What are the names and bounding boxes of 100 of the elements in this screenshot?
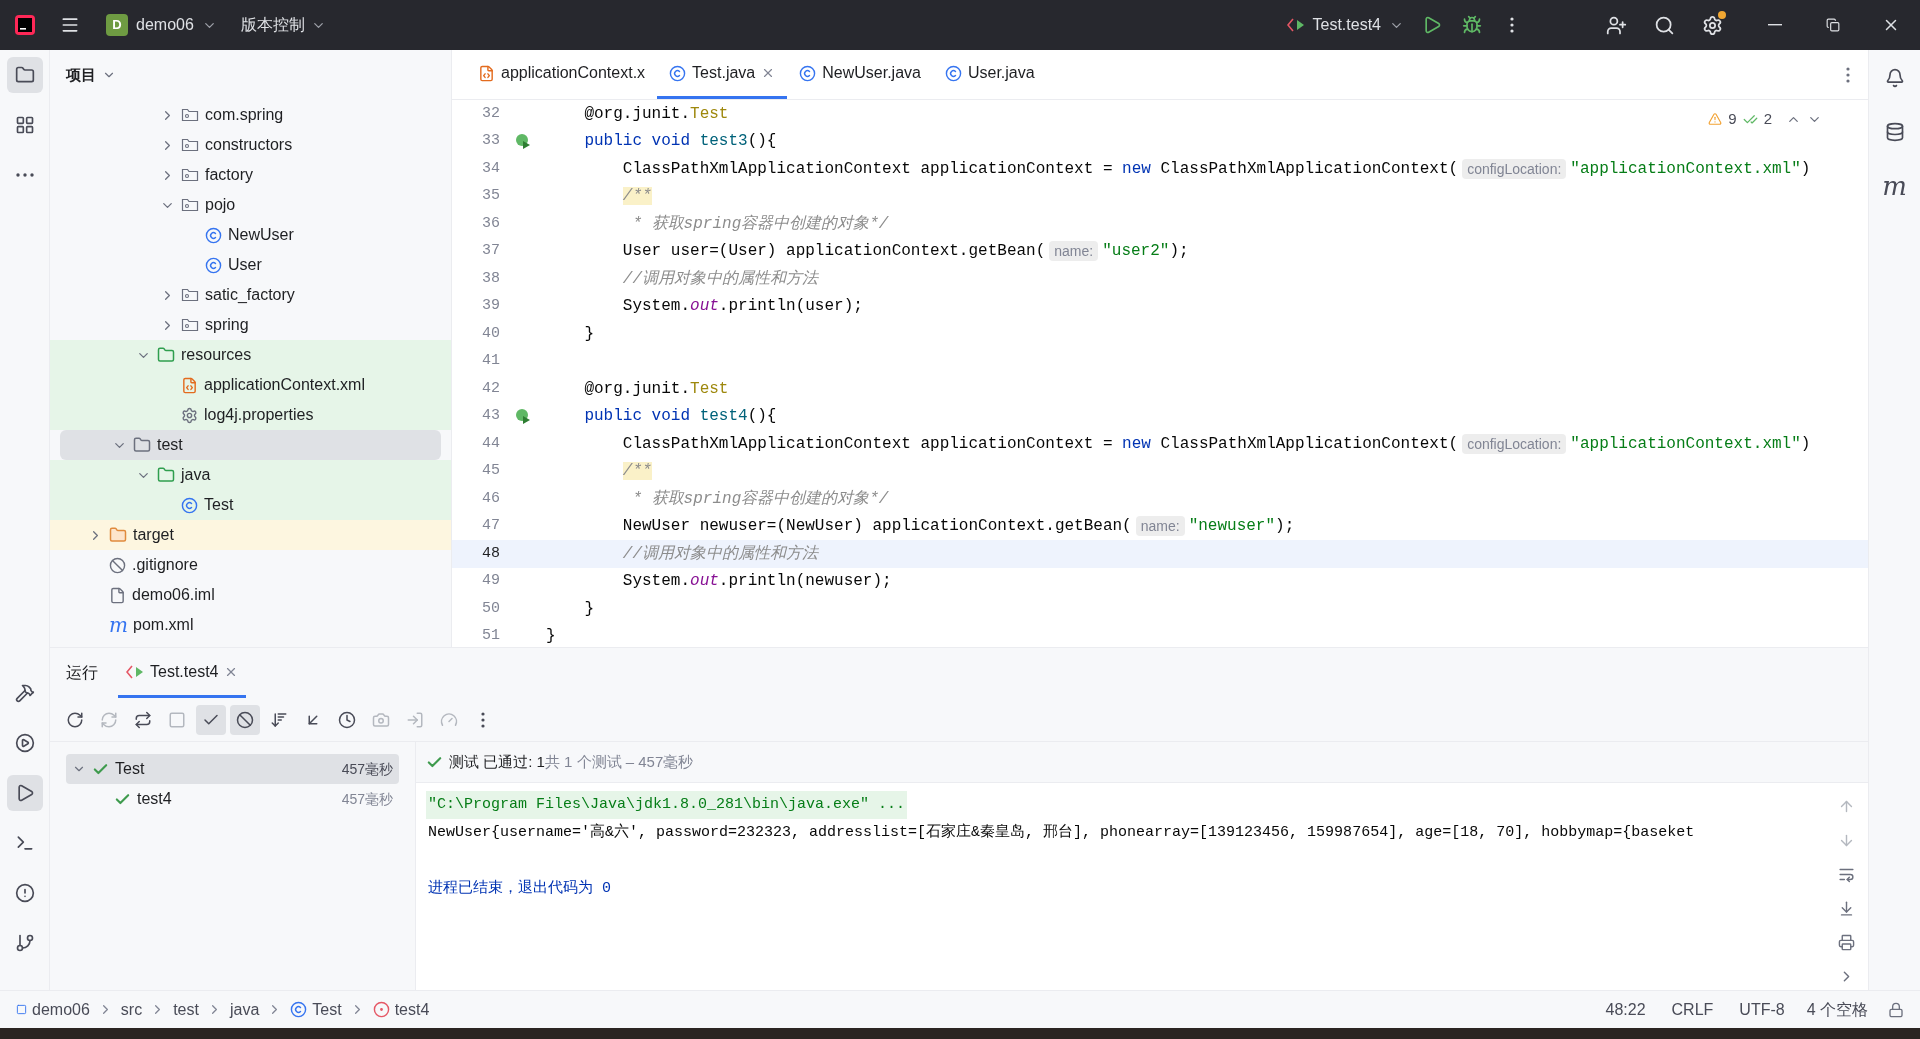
print-icon [1837, 933, 1855, 951]
bell-icon [1884, 68, 1905, 88]
test-tree-item[interactable]: Test 457毫秒 [66, 754, 399, 784]
test-duration: 457毫秒 [341, 789, 393, 809]
editor-tab[interactable]: applicationContext.x [466, 50, 658, 99]
doc-comment: /** [621, 461, 652, 483]
code-token: NewUser newuser=(NewUser) applicationContext.getBean( [621, 516, 1132, 538]
code-token: * 获取spring容器中创建的对象*/ [631, 213, 889, 235]
line-number: 47 [481, 516, 500, 536]
console-line: 进程已结束，退出代码为 0 [427, 878, 612, 899]
ignore-file-icon [109, 556, 126, 574]
code-token: } [583, 598, 594, 620]
tree-item[interactable]: Test [60, 490, 441, 520]
tree-item[interactable]: applicationContext.xml [60, 370, 441, 400]
tree-item[interactable]: satic_factory [60, 280, 441, 310]
tree-item[interactable]: test [60, 430, 441, 460]
code-token: ); [1275, 516, 1295, 538]
project-name: demo06 [136, 15, 194, 35]
tree-item[interactable]: java [60, 460, 441, 490]
console-line: NewUser{username='高&六', password=232323, addresslist=[石家庄&秦皇岛, 邢台], phonearray=[139123456, 159987654], age=[18, 70], hobbymap={baseket [427, 822, 1696, 843]
line-number: 49 [481, 571, 500, 591]
tree-item[interactable]: NewUser [60, 220, 441, 250]
editor-tab[interactable]: User.java [932, 50, 1047, 99]
tree-item[interactable]: .gitignore [60, 550, 441, 580]
tree-item-label: log4j.properties [204, 405, 314, 425]
search-icon [1653, 14, 1675, 36]
line-number: 37 [481, 241, 500, 261]
code-token: //调用对象中的属性和方法 [621, 268, 818, 290]
tool-window-button[interactable] [6, 57, 43, 93]
parameter-hint: configLocation: [1462, 433, 1567, 454]
tree-item[interactable]: target [60, 520, 441, 550]
class-icon [205, 226, 222, 244]
toolbar-button[interactable] [230, 704, 260, 735]
tree-item[interactable]: resources [60, 340, 441, 370]
tree-item[interactable]: constructors [60, 130, 441, 160]
breadcrumb[interactable]: test [173, 997, 199, 1022]
lock-icon[interactable] [1888, 1001, 1904, 1018]
method-icon [372, 1001, 390, 1018]
run-test-icon[interactable] [515, 408, 531, 425]
code-token: "newuser" [1188, 516, 1276, 538]
editor-tab[interactable]: Test.java [657, 50, 788, 99]
bug-icon [1462, 15, 1482, 35]
indent-setting[interactable]: 4 个空格 [1806, 997, 1868, 1022]
breadcrumb[interactable]: demo06 [16, 997, 90, 1022]
project-badge: D [106, 14, 128, 36]
project-view-selector[interactable]: 项目 [66, 63, 116, 87]
breadcrumb[interactable]: Test [290, 997, 342, 1022]
run-config-selector[interactable]: Test.test4 [1278, 8, 1412, 42]
vcs-menu[interactable]: 版本控制 [232, 8, 334, 42]
code-token: ) [1800, 433, 1811, 455]
file-encoding[interactable]: UTF-8 [1739, 997, 1785, 1022]
breadcrumb[interactable]: test4 [372, 997, 430, 1022]
tree-item[interactable]: User [60, 250, 441, 280]
tree-item[interactable]: spring [60, 310, 441, 340]
tree-item[interactable]: log4j.properties [60, 400, 441, 430]
caret-position[interactable]: 48:22 [1605, 997, 1646, 1022]
toolbar-button[interactable] [196, 704, 226, 735]
code-token: User user=(User) applicationContext.getBean( [621, 241, 1046, 263]
line-number: 51 [481, 626, 500, 646]
tree-item[interactable]: factory [60, 160, 441, 190]
database-icon [1884, 122, 1905, 142]
more-icon [1510, 17, 1514, 33]
code-token: ClassPathXmlApplicationContext applicationContext = [621, 158, 1114, 180]
breadcrumb[interactable]: java [229, 997, 260, 1022]
code-token: out [690, 571, 719, 593]
run-tab[interactable]: Test.test4 [118, 648, 247, 698]
maven-button[interactable]: m [1876, 168, 1913, 204]
warning-count: 9 [1728, 109, 1737, 129]
tree-item[interactable]: com.spring [60, 100, 441, 130]
class-icon [669, 64, 687, 82]
test-tree-item[interactable]: test4 457毫秒 [66, 784, 399, 814]
code-token: (){ [747, 131, 777, 153]
code-token: } [583, 323, 594, 345]
tab-label: Test.java [692, 63, 756, 83]
tree-item-label: resources [181, 345, 252, 365]
line-number: 35 [481, 186, 500, 206]
editor-tab[interactable]: NewUser.java [787, 50, 933, 99]
doc-comment: /** [621, 186, 652, 208]
tree-item[interactable]: pojo [60, 190, 441, 220]
repeat-icon [134, 710, 152, 729]
project-selector[interactable]: D demo06 [98, 8, 225, 42]
code-token: @org.junit. [583, 378, 691, 400]
tree-item[interactable]: m pom.xml [60, 610, 441, 640]
tree-item-label: .gitignore [132, 555, 198, 575]
module-icon [16, 1004, 27, 1015]
folder-icon [157, 346, 175, 364]
package-folder-icon [181, 287, 199, 303]
export-icon [406, 710, 424, 729]
line-separator[interactable]: CRLF [1671, 997, 1714, 1022]
code-token: System. [621, 296, 691, 318]
warning-icon [1708, 112, 1723, 127]
tree-item[interactable]: demo06.iml [60, 580, 441, 610]
restore-icon [1826, 18, 1840, 32]
line-number: 50 [481, 598, 500, 619]
run-test-icon[interactable] [515, 133, 531, 150]
code-token: .println(newuser); [718, 571, 892, 593]
tool-window-button[interactable] [6, 775, 43, 811]
code-token: test3 [699, 131, 748, 153]
run-icon [1422, 15, 1442, 35]
breadcrumb[interactable]: src [120, 997, 143, 1022]
